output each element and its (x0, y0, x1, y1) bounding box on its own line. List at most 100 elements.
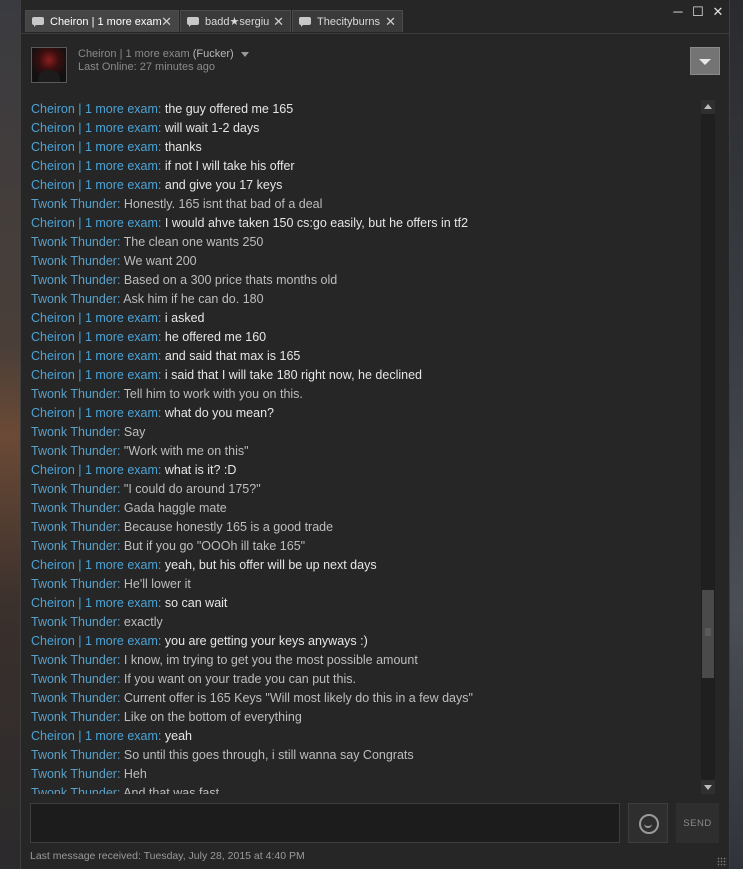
message-author[interactable]: Cheiron | 1 more exam (31, 140, 158, 154)
author-separator: : (157, 558, 165, 572)
message-author[interactable]: Twonk Thunder (31, 767, 117, 781)
message-author[interactable]: Cheiron | 1 more exam (31, 368, 158, 382)
message-author[interactable]: Twonk Thunder (31, 710, 117, 724)
message-author[interactable]: Twonk Thunder (31, 577, 117, 591)
message-author[interactable]: Twonk Thunder (31, 387, 117, 401)
scrollbar-thumb[interactable] (702, 590, 714, 678)
send-button[interactable]: SEND (676, 803, 719, 843)
scroll-up-icon[interactable] (701, 100, 715, 114)
resize-grip-icon[interactable] (717, 857, 727, 867)
message-author[interactable]: Cheiron | 1 more exam (31, 178, 158, 192)
message-text: We want 200 (123, 254, 197, 268)
maximize-icon[interactable]: ☐ (691, 4, 705, 20)
message-author[interactable]: Twonk Thunder (31, 197, 117, 211)
message-author[interactable]: Twonk Thunder (31, 672, 117, 686)
message-author[interactable]: Twonk Thunder (31, 615, 117, 629)
message-text: Like on the bottom of everything (123, 710, 302, 724)
chat-message: Cheiron | 1 more exam: he offered me 160 (31, 328, 703, 347)
avatar[interactable] (31, 47, 67, 83)
author-separator: : (116, 748, 124, 762)
message-text: So until this goes through, i still wann… (123, 748, 414, 762)
author-separator: : (116, 482, 124, 496)
message-author[interactable]: Cheiron | 1 more exam (31, 596, 158, 610)
message-author[interactable]: Twonk Thunder (31, 653, 117, 667)
tab-badd-sergiu[interactable]: badd★sergiu ✕ (180, 10, 291, 32)
tab-thecityburns[interactable]: Thecityburns ✕ (292, 10, 403, 32)
author-separator: : (116, 197, 124, 211)
message-text: thanks (164, 140, 202, 154)
message-text: and said that max is 165 (164, 349, 301, 363)
desktop-background-left (0, 0, 20, 869)
close-tab-icon[interactable]: ✕ (385, 14, 396, 30)
message-author[interactable]: Twonk Thunder (31, 539, 117, 553)
message-text: so can wait (164, 596, 228, 610)
chat-bubble-icon (32, 16, 44, 27)
chat-message: Twonk Thunder: The clean one wants 250 (31, 233, 703, 252)
message-text: Based on a 300 price thats months old (123, 273, 338, 287)
tab-cheiron[interactable]: Cheiron | 1 more exam ✕ (25, 10, 179, 32)
message-text: Heh (123, 767, 147, 781)
chat-message: Cheiron | 1 more exam: and give you 17 k… (31, 176, 703, 195)
chat-scrollbar[interactable] (701, 100, 715, 794)
message-text: i asked (164, 311, 205, 325)
chat-message: Cheiron | 1 more exam: what do you mean? (31, 404, 703, 423)
message-author[interactable]: Cheiron | 1 more exam (31, 634, 158, 648)
author-separator: : (116, 254, 124, 268)
chat-message: Twonk Thunder: Because honestly 165 is a… (31, 518, 703, 537)
chat-message: Cheiron | 1 more exam: I would ahve take… (31, 214, 703, 233)
chat-message: Cheiron | 1 more exam: yeah (31, 727, 703, 746)
message-author[interactable]: Twonk Thunder (31, 444, 117, 458)
message-author[interactable]: Cheiron | 1 more exam (31, 216, 158, 230)
message-text: Gada haggle mate (123, 501, 227, 515)
message-author[interactable]: Twonk Thunder (31, 425, 117, 439)
author-separator: : (116, 767, 124, 781)
message-author[interactable]: Cheiron | 1 more exam (31, 121, 158, 135)
message-text: what is it? :D (164, 463, 237, 477)
message-author[interactable]: Cheiron | 1 more exam (31, 406, 158, 420)
message-author[interactable]: Cheiron | 1 more exam (31, 330, 158, 344)
message-author[interactable]: Twonk Thunder (31, 520, 117, 534)
message-author[interactable]: Twonk Thunder (31, 292, 117, 306)
author-separator: : (157, 463, 165, 477)
message-author[interactable]: Twonk Thunder (31, 254, 117, 268)
author-separator: : (116, 235, 124, 249)
message-text: I would ahve taken 150 cs:go easily, but… (164, 216, 469, 230)
message-author[interactable]: Twonk Thunder (31, 482, 117, 496)
message-author[interactable]: Cheiron | 1 more exam (31, 349, 158, 363)
close-tab-icon[interactable]: ✕ (161, 14, 172, 30)
chat-message: Cheiron | 1 more exam: i said that I wil… (31, 366, 703, 385)
author-separator: : (157, 140, 165, 154)
message-text: "I could do around 175?" (123, 482, 261, 496)
message-author[interactable]: Cheiron | 1 more exam (31, 558, 158, 572)
message-author[interactable]: Cheiron | 1 more exam (31, 463, 158, 477)
message-text: yeah, but his offer will be up next days (164, 558, 377, 572)
desktop-background-right (728, 0, 743, 869)
message-author[interactable]: Cheiron | 1 more exam (31, 159, 158, 173)
author-separator: : (157, 311, 165, 325)
close-icon[interactable]: ✕ (711, 4, 725, 20)
message-author[interactable]: Twonk Thunder (31, 501, 117, 515)
friend-name-dropdown[interactable]: Cheiron | 1 more exam (Fucker) (78, 48, 249, 60)
close-tab-icon[interactable]: ✕ (273, 14, 284, 30)
message-author[interactable]: Cheiron | 1 more exam (31, 102, 158, 116)
smiley-icon (639, 814, 659, 834)
chat-message: Cheiron | 1 more exam: and said that max… (31, 347, 703, 366)
emoticon-button[interactable] (628, 803, 668, 843)
message-author[interactable]: Twonk Thunder (31, 786, 117, 794)
chat-log[interactable]: Cheiron | 1 more exam: the guy offered m… (31, 100, 703, 794)
message-author[interactable]: Twonk Thunder (31, 235, 117, 249)
message-author[interactable]: Cheiron | 1 more exam (31, 311, 158, 325)
author-separator: : (116, 691, 124, 705)
message-author[interactable]: Twonk Thunder (31, 273, 117, 287)
chat-message: Cheiron | 1 more exam: if not I will tak… (31, 157, 703, 176)
chat-message: Twonk Thunder: Gada haggle mate (31, 499, 703, 518)
message-author[interactable]: Twonk Thunder (31, 691, 117, 705)
minimize-icon[interactable]: ─ (671, 4, 685, 20)
author-separator: : (157, 330, 165, 344)
scroll-down-icon[interactable] (701, 780, 715, 794)
message-input[interactable] (30, 803, 620, 843)
chat-menu-button[interactable] (690, 47, 720, 75)
message-author[interactable]: Cheiron | 1 more exam (31, 729, 158, 743)
message-author[interactable]: Twonk Thunder (31, 748, 117, 762)
chat-message: Twonk Thunder: If you want on your trade… (31, 670, 703, 689)
